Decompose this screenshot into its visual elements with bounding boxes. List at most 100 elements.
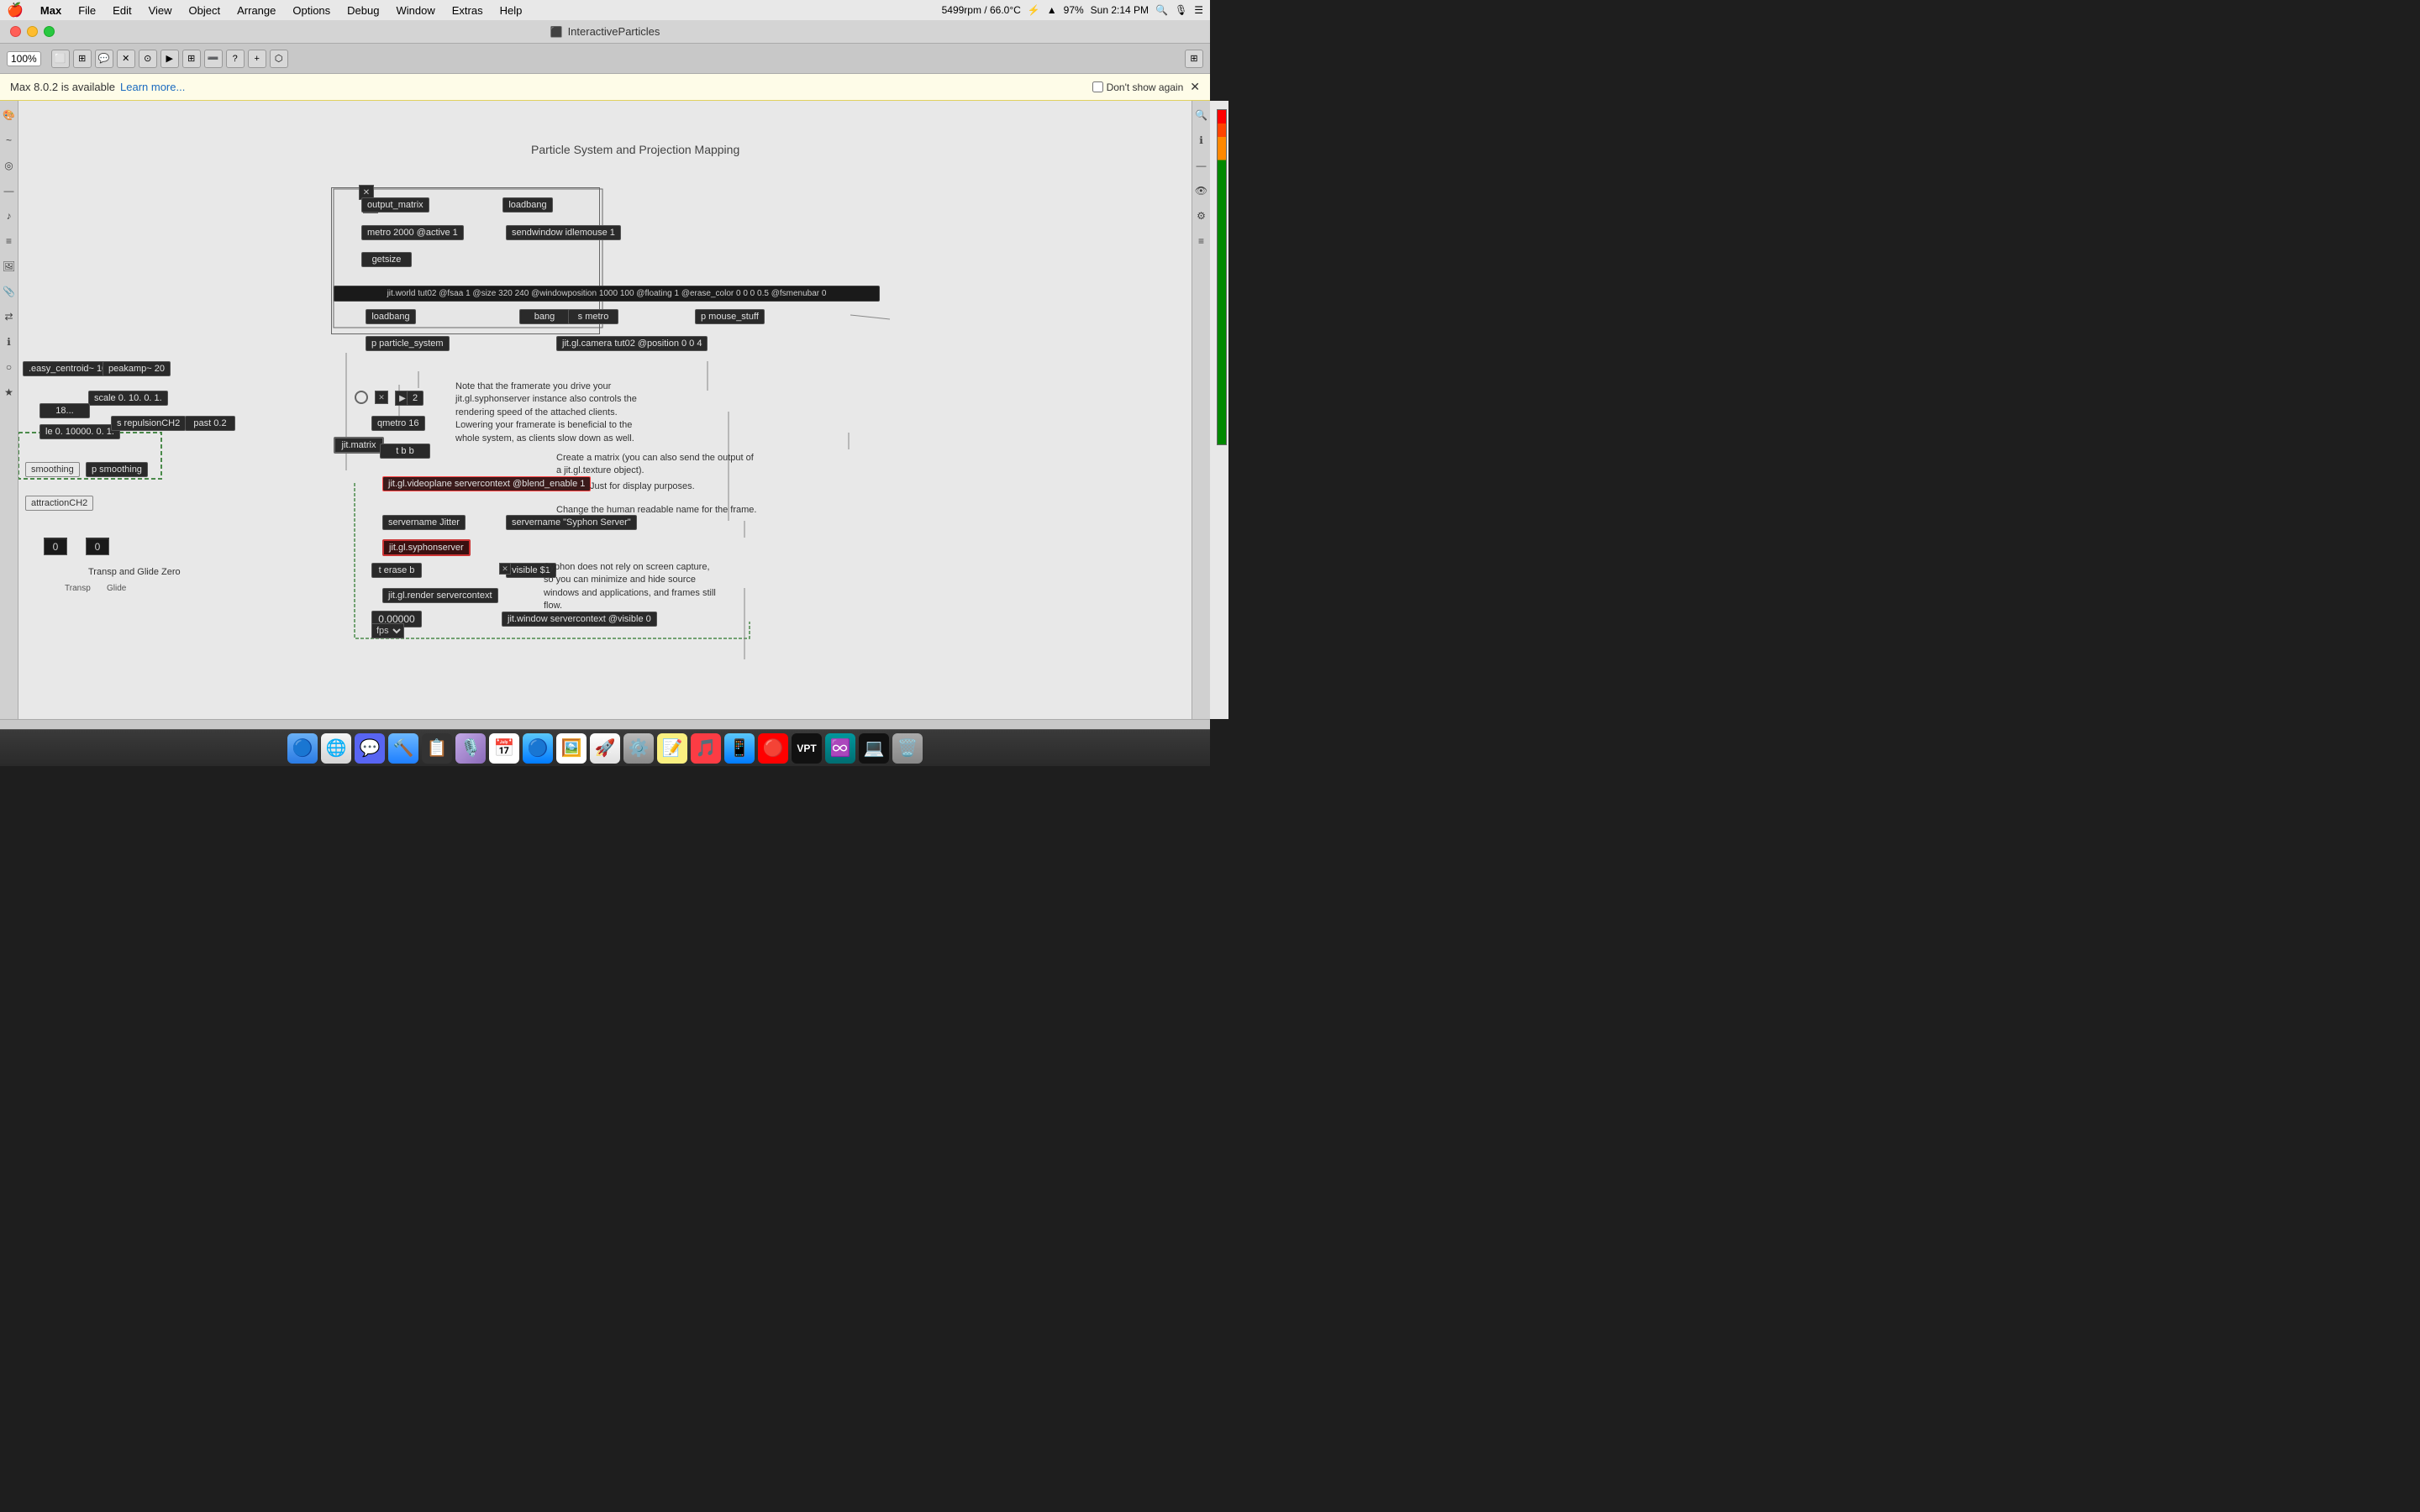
metro-node[interactable]: metro 2000 @active 1 [361, 225, 464, 240]
minimize-button[interactable] [27, 26, 38, 37]
t-b-b-node[interactable]: t b b [380, 444, 430, 459]
sidebar-io-icon[interactable]: ⇄ [2, 309, 17, 324]
sidebar-target-icon[interactable]: ◎ [2, 158, 17, 173]
qmetro-node[interactable]: qmetro 16 [371, 416, 425, 431]
menu-file[interactable]: File [71, 0, 103, 20]
sendwindow-node[interactable]: sendwindow idlemouse 1 [506, 225, 621, 240]
sidebar-minus-icon[interactable]: — [2, 183, 17, 198]
sidebar-circle-icon[interactable]: ○ [2, 360, 17, 375]
toolbar-btn-6[interactable]: ▶ [160, 50, 179, 68]
dock-discord[interactable]: 💬 [355, 733, 385, 764]
fps-select[interactable]: fps [371, 623, 404, 638]
siri-icon[interactable]: 🎙 [1175, 4, 1187, 16]
dock-rocket[interactable]: 🚀 [590, 733, 620, 764]
output-matrix-node[interactable]: output_matrix [361, 197, 429, 213]
smoothing-node[interactable]: smoothing [25, 462, 80, 477]
attraction-node[interactable]: attractionCH2 [25, 496, 93, 511]
s-metro-node[interactable]: s metro [568, 309, 618, 324]
right-gear-icon[interactable]: ⚙ [1194, 208, 1209, 223]
sidebar-star-icon[interactable]: ★ [2, 385, 17, 400]
menu-max[interactable]: Max [34, 0, 68, 20]
dock-sysprefs[interactable]: ⚙️ [623, 733, 654, 764]
toolbar-btn-5[interactable]: ⊙ [139, 50, 157, 68]
menu-options[interactable]: Options [286, 0, 337, 20]
zoom-display[interactable]: 100% [7, 51, 41, 66]
x-node[interactable]: ✕ [375, 391, 388, 404]
menu-view[interactable]: View [142, 0, 179, 20]
learn-more-link[interactable]: Learn more... [120, 81, 185, 93]
control-center-icon[interactable]: ☰ [1194, 4, 1203, 16]
bottom-scrollbar[interactable] [0, 719, 1210, 729]
search-icon[interactable]: 🔍 [1155, 4, 1168, 16]
dock-xcode[interactable]: 🔨 [388, 733, 418, 764]
toolbar-btn-1[interactable]: ⬜ [51, 50, 70, 68]
p-mouse-stuff-node[interactable]: p mouse_stuff [695, 309, 765, 324]
p-smoothing-node[interactable]: p smoothing [86, 462, 148, 477]
jit-window-node[interactable]: jit.window servercontext @visible 0 [502, 612, 657, 627]
dock-siri[interactable]: 🎙️ [455, 733, 486, 764]
grid-toggle[interactable]: ⊞ [1185, 50, 1203, 68]
dock-dp[interactable]: 📋 [422, 733, 452, 764]
number-box-1[interactable]: 0 [44, 538, 67, 555]
toolbar-btn-7[interactable]: ⊞ [182, 50, 201, 68]
menu-help[interactable]: Help [493, 0, 529, 20]
menu-debug[interactable]: Debug [340, 0, 386, 20]
apple-menu[interactable]: 🍎 [7, 2, 24, 18]
s-repulsion-node[interactable]: s repulsionCH2 [111, 416, 186, 431]
dock-appstore[interactable]: 🔵 [523, 733, 553, 764]
close-button[interactable] [10, 26, 21, 37]
dock-appstore2[interactable]: 📱 [724, 733, 755, 764]
peakamp-node[interactable]: peakamp~ 20 [103, 361, 171, 376]
loadbang2-node[interactable]: loadbang [366, 309, 416, 324]
right-sliders-icon[interactable]: ≡ [1194, 234, 1209, 249]
dock-trash[interactable]: 🗑️ [892, 733, 923, 764]
sidebar-cursor-icon[interactable]: ~ [2, 133, 17, 148]
sidebar-note-icon[interactable]: ♪ [2, 208, 17, 223]
number-box-2[interactable]: 0 [86, 538, 109, 555]
jit-render-node[interactable]: jit.gl.render servercontext [382, 588, 498, 603]
dock-arduino[interactable]: ♾️ [825, 733, 855, 764]
servername-jitter-node[interactable]: servername Jitter [382, 515, 466, 530]
jit-syphonserver-node[interactable]: jit.gl.syphonserver [382, 539, 471, 556]
dock-notes[interactable]: 📝 [657, 733, 687, 764]
dock-vpt[interactable]: VPT [792, 733, 822, 764]
servername-syphon-node[interactable]: servername "Syphon Server" [506, 515, 637, 530]
right-info-icon[interactable]: ℹ [1194, 133, 1209, 148]
toolbar-btn-11[interactable]: ⬡ [270, 50, 288, 68]
dont-show-checkbox[interactable] [1092, 81, 1103, 92]
notification-close-icon[interactable]: ✕ [1190, 80, 1200, 94]
toolbar-btn-9[interactable]: ? [226, 50, 245, 68]
jit-videoplane-node[interactable]: jit.gl.videoplane servercontext @blend_e… [382, 476, 591, 491]
dock-music[interactable]: 🎵 [691, 733, 721, 764]
p-particle-system-node[interactable]: p particle_system [366, 336, 450, 351]
sidebar-info-icon[interactable]: ℹ [2, 334, 17, 349]
right-search-icon[interactable]: 🔍 [1194, 108, 1209, 123]
sidebar-image-icon[interactable]: 🖼 [2, 259, 17, 274]
menu-edit[interactable]: Edit [106, 0, 138, 20]
dont-show-label[interactable]: Don't show again [1092, 81, 1184, 93]
scale-node[interactable]: scale 0. 10. 0. 1. [88, 391, 168, 406]
toolbar-btn-2[interactable]: ⊞ [73, 50, 92, 68]
jit-gl-camera-node[interactable]: jit.gl.camera tut02 @position 0 0 4 [556, 336, 708, 351]
dock-terminal[interactable]: 💻 [859, 733, 889, 764]
jit-matrix-node[interactable]: jit.matrix [334, 437, 384, 454]
sidebar-list-icon[interactable]: ≡ [2, 234, 17, 249]
menu-object[interactable]: Object [182, 0, 228, 20]
menu-extras[interactable]: Extras [445, 0, 490, 20]
toggle-circle[interactable] [355, 391, 368, 404]
getsize-node[interactable]: getsize [361, 252, 412, 267]
past-node[interactable]: past 0.2 [185, 416, 235, 431]
toolbar-btn-3[interactable]: 💬 [95, 50, 113, 68]
le-node[interactable]: le 0. 10000. 0. 1. [39, 424, 120, 439]
menu-arrange[interactable]: Arrange [230, 0, 282, 20]
maximize-button[interactable] [44, 26, 55, 37]
dock-finder[interactable]: 🔵 [287, 733, 318, 764]
right-minus-icon[interactable]: — [1194, 158, 1209, 173]
num2-node[interactable]: 2 [407, 391, 424, 406]
dock-chrome[interactable]: 🌐 [321, 733, 351, 764]
n18-node[interactable]: 18... [39, 403, 90, 418]
toolbar-btn-10[interactable]: + [248, 50, 266, 68]
loadbang1-node[interactable]: loadbang [502, 197, 553, 213]
dock-photos[interactable]: 🖼️ [556, 733, 587, 764]
bang-node[interactable]: bang [519, 309, 570, 324]
